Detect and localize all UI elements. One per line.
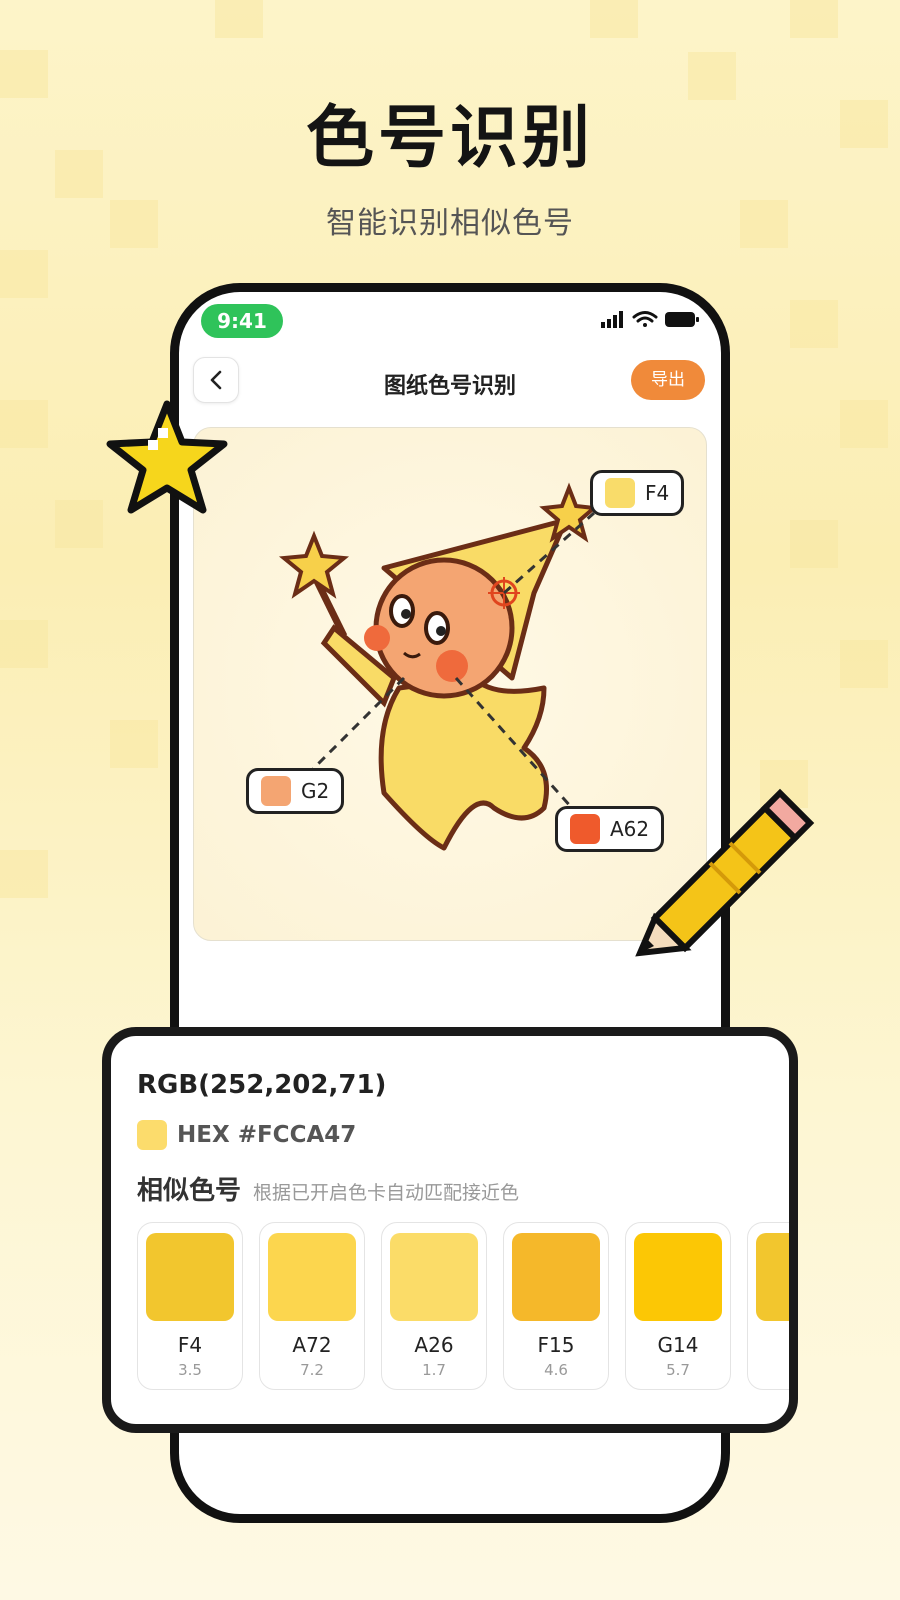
similar-color-card[interactable] xyxy=(747,1222,789,1390)
color-tag-f4[interactable]: F4 xyxy=(590,470,685,516)
similar-color-card[interactable]: A26 1.7 xyxy=(381,1222,487,1390)
similar-color-code: G14 xyxy=(657,1333,699,1357)
color-tag-code: G2 xyxy=(301,779,330,803)
similar-color-swatch xyxy=(634,1233,722,1321)
rgb-value: RGB(252,202,71) xyxy=(137,1070,387,1100)
wifi-icon xyxy=(632,311,658,327)
status-time: 9:41 xyxy=(201,304,283,338)
similar-color-code: F4 xyxy=(177,1333,203,1357)
similar-color-distance: 1.7 xyxy=(422,1361,446,1379)
similar-color-distance: 7.2 xyxy=(300,1361,324,1379)
color-swatch xyxy=(261,776,291,806)
similar-color-card[interactable]: G14 5.7 xyxy=(625,1222,731,1390)
similar-color-code: A72 xyxy=(292,1333,332,1357)
similar-color-card[interactable]: F4 3.5 xyxy=(137,1222,243,1390)
battery-icon xyxy=(665,312,699,327)
star-sticker-icon xyxy=(106,400,228,514)
hex-row: HEX #FCCA47 xyxy=(137,1120,356,1150)
similar-color-swatch xyxy=(512,1233,600,1321)
signal-icon xyxy=(601,311,623,328)
similar-colors-list: F4 3.5 A72 7.2 A26 1.7 F15 4.6 G14 5.7 xyxy=(137,1222,789,1390)
color-tag-g2[interactable]: G2 xyxy=(246,768,345,814)
wand-star-icon xyxy=(278,530,350,599)
similar-colors-note: 根据已开启色卡自动匹配接近色 xyxy=(253,1182,520,1204)
color-info-panel: RGB(252,202,71) HEX #FCCA47 相似色号 根据已开启色卡… xyxy=(102,1027,798,1433)
color-swatch xyxy=(570,814,600,844)
hero-subtitle: 智能识别相似色号 xyxy=(326,206,574,241)
color-tag-code: F4 xyxy=(645,481,670,505)
similar-color-distance: 5.7 xyxy=(666,1361,690,1379)
status-icons xyxy=(601,308,701,334)
hero-title: 色号识别 xyxy=(305,99,594,178)
similar-colors-title: 相似色号 xyxy=(137,1176,242,1206)
similar-color-card[interactable]: F15 4.6 xyxy=(503,1222,609,1390)
similar-color-distance: 4.6 xyxy=(544,1361,568,1379)
similar-color-distance: 3.5 xyxy=(178,1361,202,1379)
similar-color-code: A26 xyxy=(414,1333,454,1357)
similar-color-card[interactable]: A72 7.2 xyxy=(259,1222,365,1390)
export-button[interactable]: 导出 xyxy=(631,360,705,400)
similar-color-swatch xyxy=(756,1233,789,1321)
pencil-sticker-icon xyxy=(635,788,815,957)
similar-color-code: F15 xyxy=(537,1333,575,1357)
similar-color-swatch xyxy=(390,1233,478,1321)
color-swatch xyxy=(605,478,635,508)
picked-color-swatch xyxy=(137,1120,167,1150)
hex-value: HEX #FCCA47 xyxy=(177,1122,357,1148)
similar-color-swatch xyxy=(268,1233,356,1321)
similar-color-swatch xyxy=(146,1233,234,1321)
